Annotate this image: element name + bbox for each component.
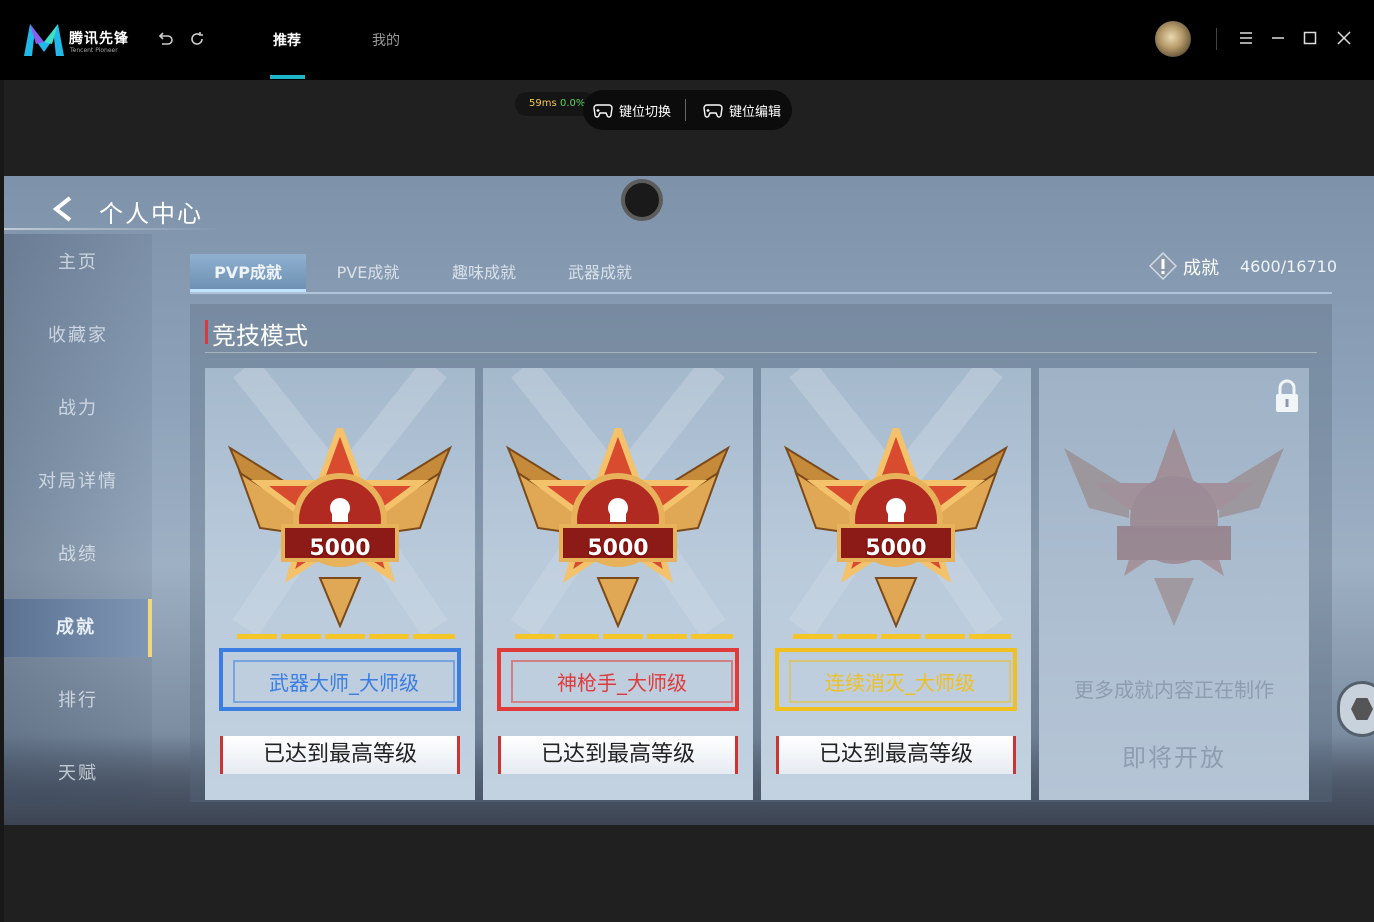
- progress-dashes: [793, 634, 1011, 639]
- tab-weapon[interactable]: 武器成就: [542, 254, 658, 292]
- tab-pve[interactable]: PVE成就: [310, 254, 426, 292]
- gamepad-icon: [593, 104, 613, 118]
- hexagon-icon: [1351, 698, 1373, 720]
- achievement-name: 武器大师_大师级: [233, 660, 455, 703]
- achievement-card[interactable]: 5000 神枪手_大师级 已达到最高等级: [483, 368, 753, 800]
- achievement-status: 已达到最高等级: [776, 736, 1016, 774]
- divider: [1216, 28, 1217, 50]
- sidebar-item-home[interactable]: 主页: [4, 234, 152, 292]
- ping-value: 59ms: [529, 98, 557, 109]
- locked-message: 更多成就内容正在制作: [1074, 678, 1274, 702]
- key-toolbar: 键位切换 键位编辑: [583, 90, 792, 130]
- floating-control-button[interactable]: [621, 179, 663, 221]
- locked-achievement-card: 更多成就内容正在制作 即将开放: [1039, 368, 1309, 800]
- achievement-name-frame: 武器大师_大师级: [219, 648, 461, 711]
- progress-dashes: [515, 634, 733, 639]
- sidebar-item-achievements[interactable]: 成就: [4, 599, 152, 657]
- minimize-icon[interactable]: [1270, 30, 1286, 46]
- achievement-name: 神枪手_大师级: [511, 660, 733, 703]
- sidebar-item-records[interactable]: 战绩: [4, 526, 152, 584]
- logo-mark-icon: [24, 24, 64, 56]
- title-underline: [4, 228, 224, 230]
- achievement-label: 成就: [1183, 258, 1219, 279]
- tab-pvp[interactable]: PVP成就: [190, 254, 306, 292]
- achievement-status: 已达到最高等级: [498, 736, 738, 774]
- key-switch-button[interactable]: 键位切换: [619, 101, 671, 120]
- logo-subtitle: Tencent Pioneer: [70, 47, 118, 54]
- lock-icon: [1276, 379, 1298, 412]
- achievement-name-frame: 连续消灭_大师级: [775, 648, 1017, 711]
- packet-loss-value: 0.0%: [560, 98, 586, 109]
- sidebar-item-talent[interactable]: 天赋: [4, 745, 152, 803]
- medal-icon: [783, 428, 1009, 628]
- app-logo: 腾讯先锋 Tencent Pioneer: [22, 20, 132, 60]
- sidebar-item-match-details[interactable]: 对局详情: [4, 453, 152, 511]
- achievement-name: 连续消灭_大师级: [789, 660, 1011, 703]
- tab-active-indicator: [270, 75, 305, 79]
- sidebar-item-ranking[interactable]: 排行: [4, 672, 152, 730]
- achievement-icon: [1149, 252, 1177, 280]
- medal-value: 5000: [309, 536, 371, 561]
- back-arrow-icon[interactable]: [50, 194, 78, 224]
- sidebar-item-collector[interactable]: 收藏家: [4, 307, 152, 365]
- section-divider: [205, 352, 1317, 353]
- achievement-count: 4600/16710: [1240, 257, 1338, 276]
- key-edit-button[interactable]: 键位编辑: [729, 101, 781, 120]
- medal-value: 5000: [865, 536, 927, 561]
- achievement-name-frame: 神枪手_大师级: [497, 648, 739, 711]
- gamepad-edit-icon: [703, 104, 723, 118]
- tab-recommend[interactable]: 推荐: [273, 30, 301, 50]
- logo-title: 腾讯先锋: [69, 31, 129, 47]
- medal-silhouette-icon: [1064, 428, 1284, 626]
- achievement-card[interactable]: 5000 武器大师_大师级 已达到最高等级: [205, 368, 475, 800]
- medal-icon: [227, 428, 453, 628]
- section-marker: [205, 320, 208, 344]
- medal-icon: [505, 428, 731, 628]
- side-expand-button[interactable]: [1337, 681, 1374, 737]
- game-screen: 个人中心 主页 收藏家 战力 对局详情 战绩 成就 排行 天赋 PVP成就 PV…: [4, 176, 1374, 825]
- progress-dashes: [237, 634, 455, 639]
- achievement-status: 已达到最高等级: [220, 736, 460, 774]
- title-bar: 腾讯先锋 Tencent Pioneer 推荐 我的: [0, 0, 1374, 80]
- refresh-icon[interactable]: [188, 30, 206, 48]
- sidebar: 主页 收藏家 战力 对局详情 战绩 成就 排行 天赋: [4, 234, 152, 804]
- section-title: 竞技模式: [212, 322, 308, 350]
- page-title: 个人中心: [99, 200, 203, 228]
- maximize-icon[interactable]: [1302, 30, 1318, 46]
- avatar[interactable]: [1155, 21, 1191, 57]
- coming-soon-label: 即将开放: [1122, 744, 1226, 772]
- sidebar-item-power[interactable]: 战力: [4, 380, 152, 438]
- tab-mine[interactable]: 我的: [372, 30, 400, 50]
- divider: [685, 99, 686, 121]
- menu-icon[interactable]: [1238, 30, 1254, 46]
- close-icon[interactable]: [1336, 30, 1352, 46]
- back-icon[interactable]: [156, 30, 174, 48]
- tab-fun[interactable]: 趣味成就: [426, 254, 542, 292]
- achievement-card[interactable]: 5000 连续消灭_大师级 已达到最高等级: [761, 368, 1031, 800]
- medal-value: 5000: [587, 536, 649, 561]
